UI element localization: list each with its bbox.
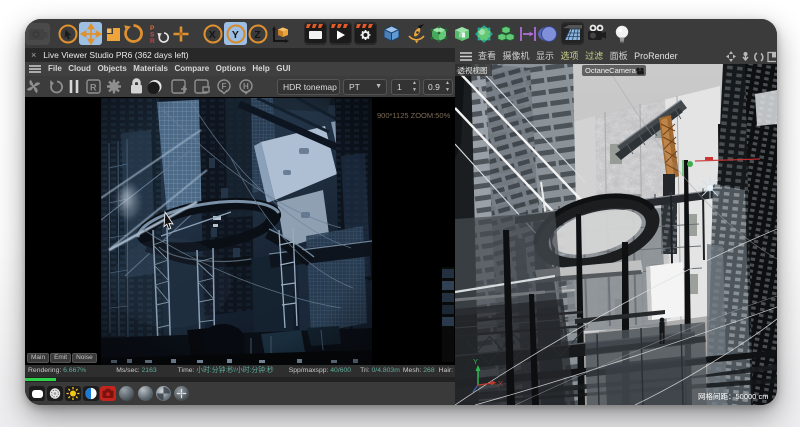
svg-text:Z: Z (254, 29, 261, 41)
svg-text:F: F (222, 82, 227, 91)
svg-text:Y: Y (473, 357, 478, 366)
svg-text:R: R (150, 38, 155, 45)
svg-text:R: R (90, 83, 97, 93)
svg-text:Y: Y (231, 29, 238, 41)
svg-text:透视视图: 透视视图 (458, 65, 488, 75)
svg-text:H: H (243, 82, 249, 91)
svg-text:X: X (498, 379, 503, 388)
svg-text:网格间距：50000 cm: 网格间距：50000 cm (698, 391, 768, 401)
svg-text:X: X (208, 29, 215, 41)
svg-text:OctaneCamera: OctaneCamera (585, 66, 637, 75)
